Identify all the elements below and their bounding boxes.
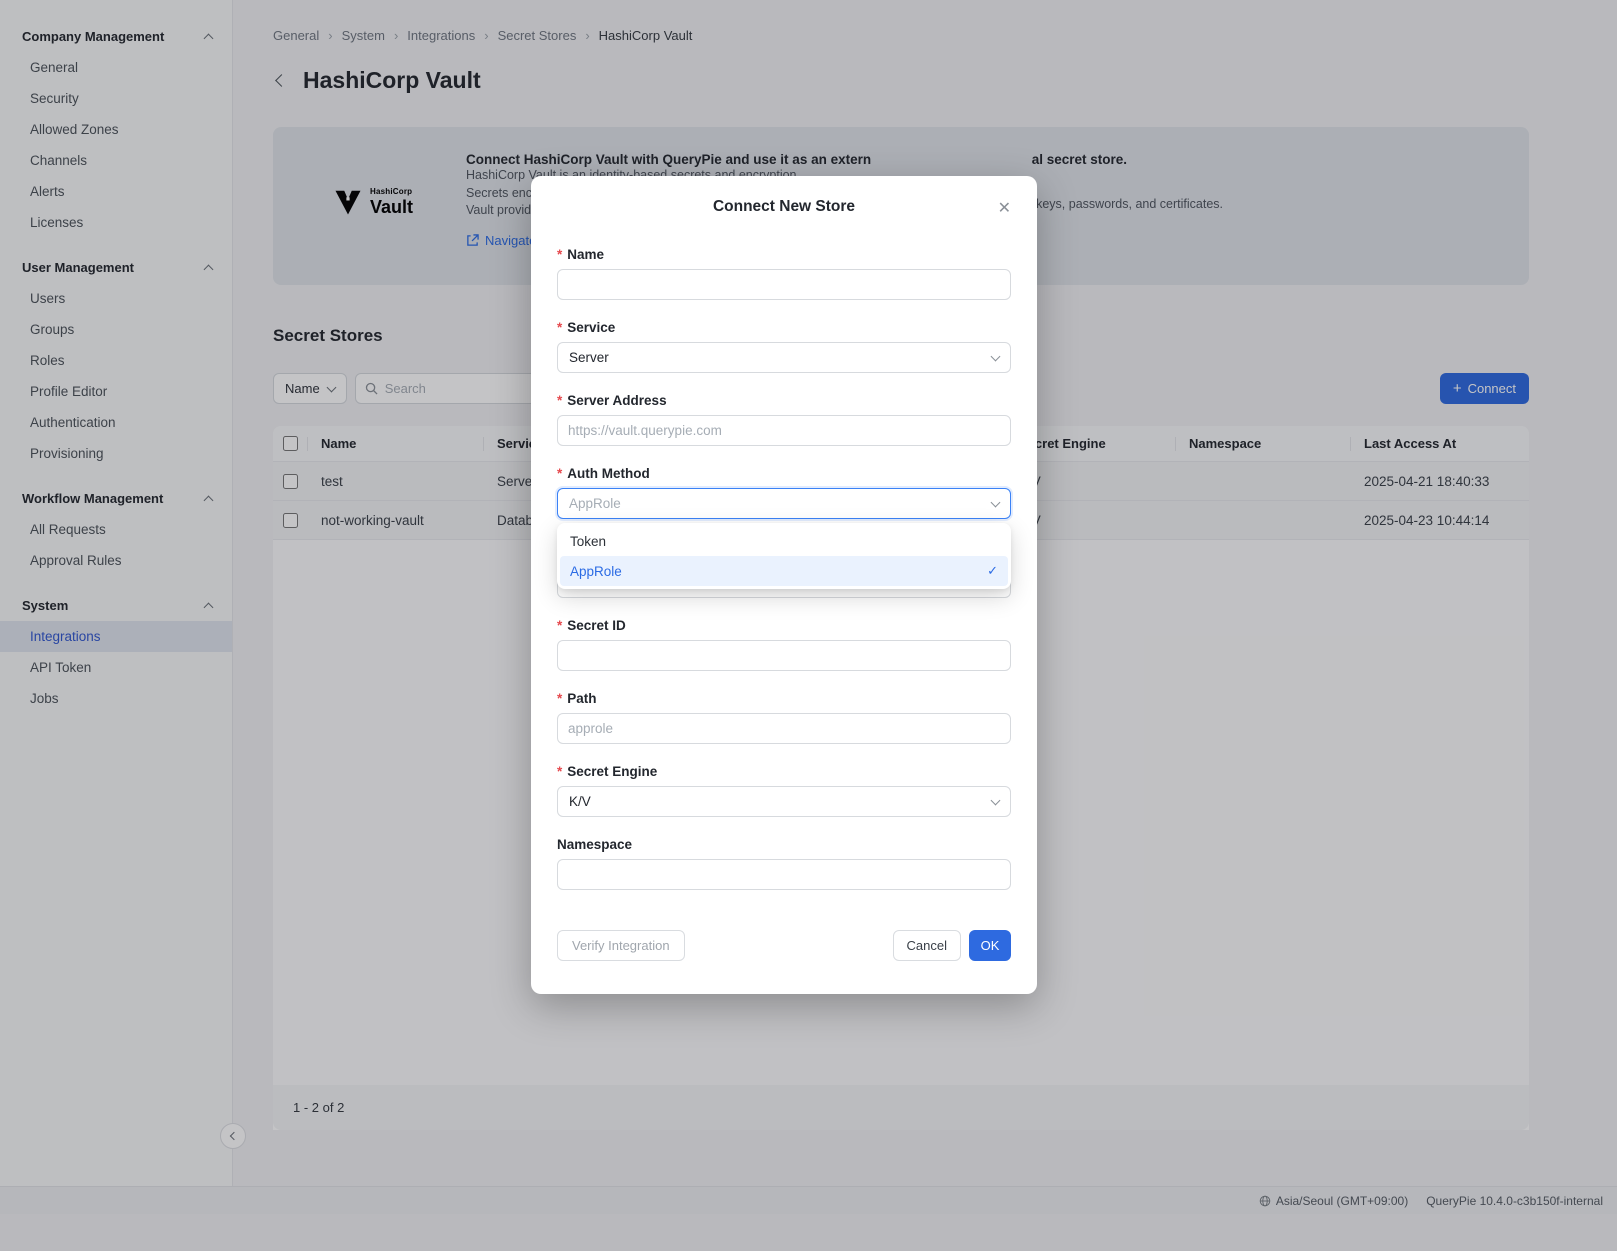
name-label: Name [557,247,1011,262]
secret-engine-label: Secret Engine [557,764,1011,779]
verify-integration-button[interactable]: Verify Integration [557,930,685,961]
secret-id-input[interactable] [557,640,1011,671]
dropdown-option-token[interactable]: Token [560,526,1008,556]
namespace-label: Namespace [557,837,1011,852]
service-label: Service [557,320,1011,335]
chevron-down-icon [991,351,1001,361]
namespace-field: Namespace [557,837,1011,890]
service-field: Service Server [557,320,1011,373]
connect-new-store-modal: Connect New Store ✕ Name Service Server … [531,176,1037,994]
server-address-field: Server Address [557,393,1011,446]
name-input[interactable] [557,269,1011,300]
option-label: Token [570,534,606,549]
cancel-button[interactable]: Cancel [893,930,961,961]
auth-method-field: Auth Method AppRole Token AppRole ✓ [557,466,1011,519]
check-icon: ✓ [987,563,998,579]
service-select[interactable]: Server [557,342,1011,373]
auth-method-select-value: AppRole [569,496,621,511]
close-icon[interactable]: ✕ [994,194,1015,222]
path-label: Path [557,691,1011,706]
namespace-input[interactable] [557,859,1011,890]
auth-method-dropdown: Token AppRole ✓ [557,523,1011,589]
path-input[interactable] [557,713,1011,744]
secret-engine-select-value: K/V [569,794,591,809]
service-select-value: Server [569,350,609,365]
auth-method-label: Auth Method [557,466,1011,481]
name-field: Name [557,247,1011,300]
auth-method-select[interactable]: AppRole [557,488,1011,519]
server-address-label: Server Address [557,393,1011,408]
option-label: AppRole [570,564,622,579]
modal-title: Connect New Store [557,198,1011,216]
secret-engine-field: Secret Engine K/V [557,764,1011,817]
secret-id-label: Secret ID [557,618,1011,633]
chevron-down-icon [991,497,1001,507]
chevron-down-icon [991,795,1001,805]
secret-engine-select[interactable]: K/V [557,786,1011,817]
dropdown-option-approle[interactable]: AppRole ✓ [560,556,1008,586]
secret-id-field: Secret ID [557,618,1011,671]
server-address-input[interactable] [557,415,1011,446]
ok-button[interactable]: OK [969,930,1011,961]
path-field: Path [557,691,1011,744]
